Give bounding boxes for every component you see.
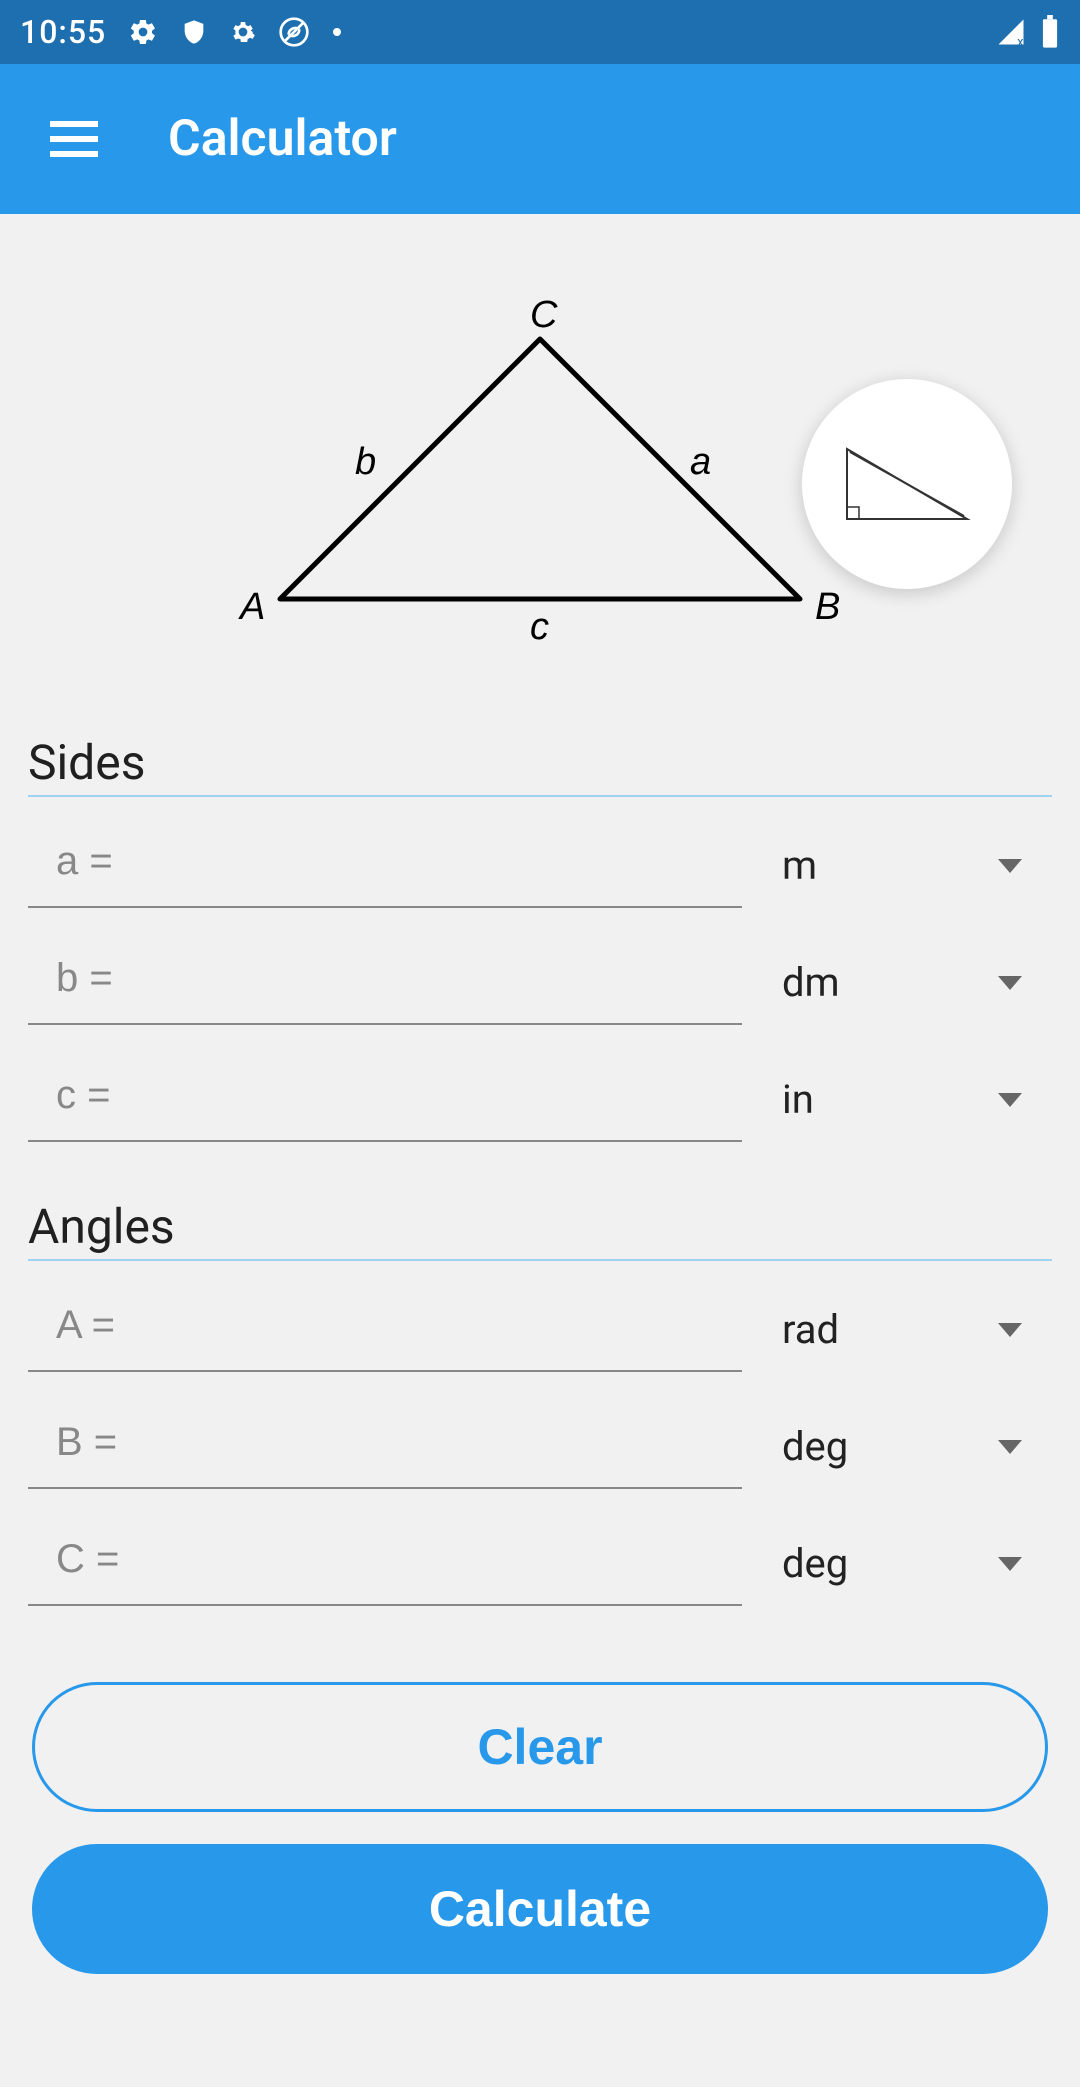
status-bar: 10:55 x bbox=[0, 0, 1080, 64]
angle-b-input[interactable] bbox=[28, 1404, 742, 1489]
side-b-unit-select[interactable]: dm bbox=[772, 959, 1052, 1006]
angle-b-unit-select[interactable]: deg bbox=[772, 1423, 1052, 1470]
angle-a-input[interactable] bbox=[28, 1287, 742, 1372]
side-a-unit: m bbox=[782, 842, 817, 889]
side-b-label: b bbox=[355, 441, 376, 483]
chevron-down-icon bbox=[998, 859, 1022, 873]
chevron-down-icon bbox=[998, 976, 1022, 990]
chevron-down-icon bbox=[998, 1557, 1022, 1571]
calculate-button[interactable]: Calculate bbox=[32, 1844, 1048, 1974]
angle-b-unit: deg bbox=[782, 1423, 848, 1470]
status-time: 10:55 bbox=[20, 13, 106, 51]
chevron-down-icon bbox=[998, 1323, 1022, 1337]
clear-button[interactable]: Clear bbox=[32, 1682, 1048, 1812]
signal-icon: x bbox=[994, 17, 1028, 47]
vertex-a-label: A bbox=[238, 586, 265, 628]
triangle-diagram: C A B b a c bbox=[28, 224, 1052, 734]
angle-a-unit-select[interactable]: rad bbox=[772, 1306, 1052, 1353]
angle-c-unit: deg bbox=[782, 1540, 848, 1587]
battery-icon bbox=[1040, 15, 1060, 49]
side-c-unit-select[interactable]: in bbox=[772, 1076, 1052, 1123]
side-a-row: m bbox=[28, 807, 1052, 924]
angle-b-row: deg bbox=[28, 1388, 1052, 1505]
svg-text:x: x bbox=[1017, 35, 1023, 47]
side-b-row: dm bbox=[28, 924, 1052, 1041]
menu-icon[interactable] bbox=[50, 121, 98, 157]
angle-c-row: deg bbox=[28, 1505, 1052, 1622]
app-bar: Calculator bbox=[0, 64, 1080, 214]
side-b-input[interactable] bbox=[28, 940, 742, 1025]
shield-icon bbox=[180, 17, 208, 47]
side-a-unit-select[interactable]: m bbox=[772, 842, 1052, 889]
gear-small-icon bbox=[230, 19, 256, 45]
angle-a-unit: rad bbox=[782, 1306, 839, 1353]
chevron-down-icon bbox=[998, 1440, 1022, 1454]
chevron-down-icon bbox=[998, 1093, 1022, 1107]
sides-header: Sides bbox=[28, 734, 1052, 797]
side-a-label: a bbox=[690, 441, 711, 483]
angle-c-unit-select[interactable]: deg bbox=[772, 1540, 1052, 1587]
no-sync-icon bbox=[278, 16, 310, 48]
side-c-input[interactable] bbox=[28, 1057, 742, 1142]
angles-header: Angles bbox=[28, 1198, 1052, 1261]
gear-icon bbox=[128, 17, 158, 47]
vertex-b-label: B bbox=[815, 586, 840, 628]
angle-a-row: rad bbox=[28, 1271, 1052, 1388]
side-b-unit: dm bbox=[782, 959, 840, 1006]
side-a-input[interactable] bbox=[28, 823, 742, 908]
side-c-label: c bbox=[530, 606, 549, 648]
page-title: Calculator bbox=[168, 110, 397, 168]
dot-icon bbox=[332, 27, 342, 37]
side-c-row: in bbox=[28, 1041, 1052, 1158]
right-triangle-thumb[interactable] bbox=[802, 379, 1012, 589]
angle-c-input[interactable] bbox=[28, 1521, 742, 1606]
vertex-c-label: C bbox=[530, 299, 558, 336]
side-c-unit: in bbox=[782, 1076, 814, 1123]
